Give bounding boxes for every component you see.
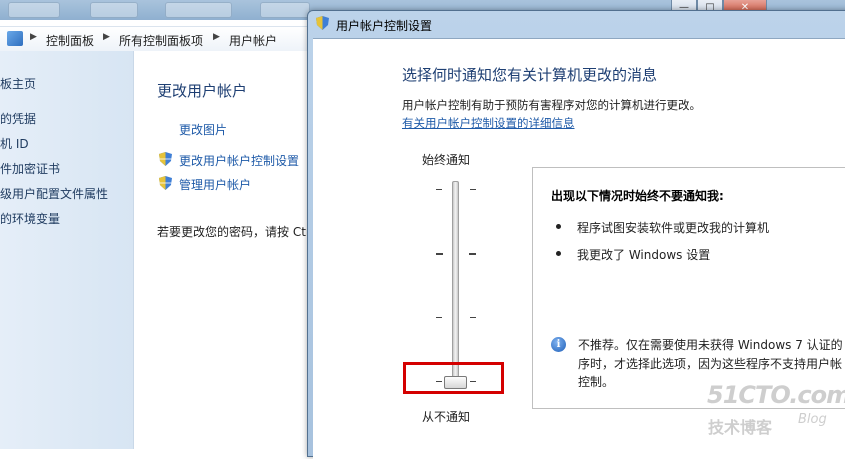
breadcrumb-item[interactable]: 用户帐户 xyxy=(229,32,277,49)
setting-title: 出现以下情况时始终不要通知我: xyxy=(551,189,724,203)
note-text: 序时，才选择此选项，因为这些程序不支持用户帐 xyxy=(578,357,843,371)
address-bar[interactable]: ▶ 控制面板 ▶ 所有控制面板项 ▶ 用户帐户 xyxy=(0,26,312,52)
control-panel-icon xyxy=(7,31,23,46)
list-item: 程序试图安装软件或更改我的计算机 xyxy=(577,221,770,235)
notification-slider[interactable] xyxy=(452,181,459,388)
main-panel xyxy=(134,51,312,449)
breadcrumb-item[interactable]: 所有控制面板项 xyxy=(119,32,203,49)
note-text: 不推荐。仅在需要使用未获得 Windows 7 认证的 xyxy=(578,338,843,352)
list-item: 我更改了 Windows 设置 xyxy=(577,248,711,262)
slider-tick xyxy=(436,189,442,190)
slider-tick xyxy=(470,317,476,318)
slider-label-never-notify: 从不通知 xyxy=(422,410,471,424)
taskbar-tab[interactable] xyxy=(90,2,138,18)
slider-tick xyxy=(436,253,443,255)
breadcrumb-arrow-icon[interactable]: ▶ xyxy=(213,32,220,42)
shield-icon xyxy=(159,176,172,190)
sidebar-item-encryption[interactable]: 件加密证书 xyxy=(0,160,60,177)
info-icon: i xyxy=(551,337,566,352)
change-picture-link[interactable]: 更改图片 xyxy=(179,121,227,138)
sidebar-item-profile[interactable]: 级用户配置文件属性 xyxy=(0,185,108,202)
manage-accounts-link[interactable]: 管理用户帐户 xyxy=(179,176,251,193)
slider-tick xyxy=(469,253,476,255)
slider-label-always-notify: 始终通知 xyxy=(422,153,471,167)
dialog-heading: 选择何时通知您有关计算机更改的消息 xyxy=(402,66,658,84)
slider-tick xyxy=(470,189,476,190)
sidebar-item-home[interactable]: 板主页 xyxy=(0,75,36,92)
uac-details-link[interactable]: 有关用户帐户控制设置的详细信息 xyxy=(402,115,575,131)
watermark-logo: 51CTO.com xyxy=(707,381,845,409)
note-text: 控制。 xyxy=(578,375,615,389)
breadcrumb-arrow-icon[interactable]: ▶ xyxy=(30,32,37,42)
taskbar-tab[interactable] xyxy=(260,2,310,18)
page-title: 更改用户帐户 xyxy=(157,82,248,100)
dialog-title: 用户帐户控制设置 xyxy=(336,19,433,33)
shield-icon xyxy=(159,152,172,166)
slider-tick xyxy=(436,317,442,318)
breadcrumb-item[interactable]: 控制面板 xyxy=(46,32,94,49)
watermark-subtitle: 技术博客 xyxy=(708,418,773,437)
bullet-icon xyxy=(556,224,561,229)
change-uac-settings-link[interactable]: 更改用户帐户控制设置 xyxy=(179,152,299,169)
breadcrumb-arrow-icon[interactable]: ▶ xyxy=(103,32,110,42)
watermark-blog: Blog xyxy=(798,412,827,427)
bullet-icon xyxy=(556,251,561,256)
password-hint: 若要更改您的密码，请按 Ctrl xyxy=(157,225,307,239)
taskbar-tab[interactable] xyxy=(8,2,60,18)
sidebar-item-id[interactable]: 机 ID xyxy=(0,135,29,152)
annotation-highlight xyxy=(403,362,504,394)
shield-icon xyxy=(316,16,329,30)
taskbar-tab[interactable] xyxy=(165,2,232,18)
sidebar-item-credentials[interactable]: 的凭据 xyxy=(0,110,36,127)
dialog-description: 用户帐户控制有助于预防有害程序对您的计算机进行更改。 xyxy=(402,98,701,112)
sidebar-item-environment[interactable]: 的环境变量 xyxy=(0,210,60,227)
